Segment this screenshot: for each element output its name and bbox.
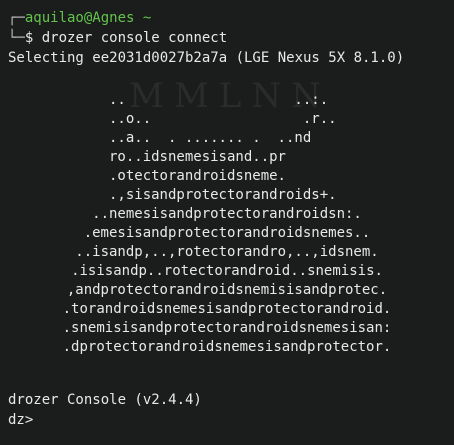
user-host: aquilao@Agnes bbox=[24, 10, 135, 26]
ascii-art-line: .torandroidsnemesisandprotectorandroid. bbox=[62, 301, 392, 317]
version-line: drozer Console (v2.4.4) bbox=[8, 392, 202, 408]
ascii-art-line: .emesisandprotectorandroidsnemes.. bbox=[83, 225, 371, 241]
ascii-art-line: ro..idsnemesisand..pr bbox=[108, 149, 345, 165]
dollar-sign: $ bbox=[24, 30, 34, 46]
text-cursor bbox=[33, 413, 41, 428]
drozer-prompt-line[interactable]: dz> bbox=[8, 410, 41, 430]
ascii-art-line: ..isandp,..,rotectorandro,..,idsnem. bbox=[75, 244, 379, 260]
ascii-art-line: .,sisandprotectorandroids+. bbox=[108, 187, 345, 203]
prompt-corner: ┌─ bbox=[8, 10, 25, 26]
terminal-window[interactable]: MMLNN ┌─aquilao@Agnes ~ └─$ drozer conso… bbox=[0, 0, 454, 445]
ascii-art-line: .otectorandroidsneme. bbox=[108, 168, 345, 184]
ascii-art-line: ,andprotectorandroidsnemisisandprotec. bbox=[66, 282, 388, 298]
command-text: drozer console connect bbox=[41, 30, 228, 46]
command-line: └─$ drozer console connect bbox=[8, 28, 227, 48]
selecting-output: Selecting ee2031d0027b2a7a (LGE Nexus 5X… bbox=[8, 50, 405, 66]
prompt-line: ┌─aquilao@Agnes ~ bbox=[8, 8, 151, 28]
ascii-art-line: ..nemesisandprotectorandroidsn:. bbox=[92, 206, 362, 222]
ascii-art-line: .dprotectorandroidsnemesisandprotector. bbox=[62, 339, 392, 355]
ascii-art-line: .isisandp..rotectorandroid..snemisis. bbox=[71, 263, 383, 279]
current-path: ~ bbox=[142, 10, 152, 26]
prompt-branch: └─ bbox=[8, 30, 25, 46]
ascii-art-line: .. ..:. bbox=[108, 92, 345, 108]
ascii-art-line: ..a.. . ....... . ..nd bbox=[108, 130, 345, 146]
ascii-art-line: ..o.. .r.. bbox=[108, 111, 345, 127]
ascii-art-line: .snemisisandprotectorandroidsnemesisan: bbox=[62, 320, 392, 336]
drozer-prompt: dz> bbox=[8, 412, 34, 428]
